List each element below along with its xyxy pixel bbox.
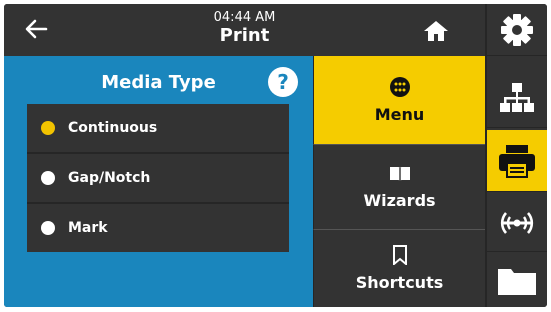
rfid-icon: [500, 211, 534, 234]
navigation-column: Menu Wizards Shortcuts: [313, 56, 485, 307]
header-bar: 04:44 AM Print: [4, 4, 485, 57]
header-time: 04:44 AM: [213, 10, 276, 25]
option-label: Gap/Notch: [68, 170, 151, 186]
option-label: Mark: [68, 220, 108, 236]
network-button[interactable]: [487, 68, 547, 128]
option-gap-notch[interactable]: Gap/Notch: [27, 154, 289, 204]
shortcuts-button-label: Shortcuts: [355, 273, 444, 292]
printer-screen: 04:44 AM Print Media Type ? Continuous G…: [4, 4, 547, 307]
question-icon: ?: [277, 70, 289, 94]
shortcuts-button[interactable]: Shortcuts: [313, 229, 485, 307]
media-type-panel: Media Type ? Continuous Gap/Notch Mark: [4, 56, 313, 307]
settings-button[interactable]: [487, 4, 547, 56]
printer-icon: [499, 144, 535, 178]
option-label: Continuous: [68, 120, 158, 136]
wizards-button[interactable]: Wizards: [313, 144, 485, 229]
network-icon: [500, 82, 534, 112]
book-icon: [389, 166, 410, 182]
radio-unselected-icon: [41, 221, 55, 235]
dots-grid-icon: [389, 76, 410, 97]
media-type-options: Continuous Gap/Notch Mark: [27, 104, 289, 252]
option-continuous[interactable]: Continuous: [27, 104, 289, 154]
page-title: Print: [219, 25, 270, 46]
rfid-button[interactable]: [487, 194, 547, 252]
print-button[interactable]: [487, 130, 547, 192]
right-sidebar: [485, 4, 547, 307]
home-icon: [424, 21, 448, 41]
bookmark-icon: [392, 245, 407, 265]
wizards-button-label: Wizards: [363, 190, 436, 210]
option-mark[interactable]: Mark: [27, 204, 289, 252]
help-button[interactable]: ?: [268, 67, 298, 97]
radio-unselected-icon: [41, 171, 55, 185]
menu-button-label: Menu: [374, 104, 425, 124]
panel-title: Media Type: [101, 72, 216, 93]
storage-button[interactable]: [487, 254, 547, 307]
folder-icon: [498, 268, 536, 295]
radio-selected-icon: [41, 121, 55, 135]
home-button[interactable]: [419, 16, 453, 46]
menu-button[interactable]: Menu: [313, 56, 485, 144]
gear-icon: [501, 13, 533, 46]
